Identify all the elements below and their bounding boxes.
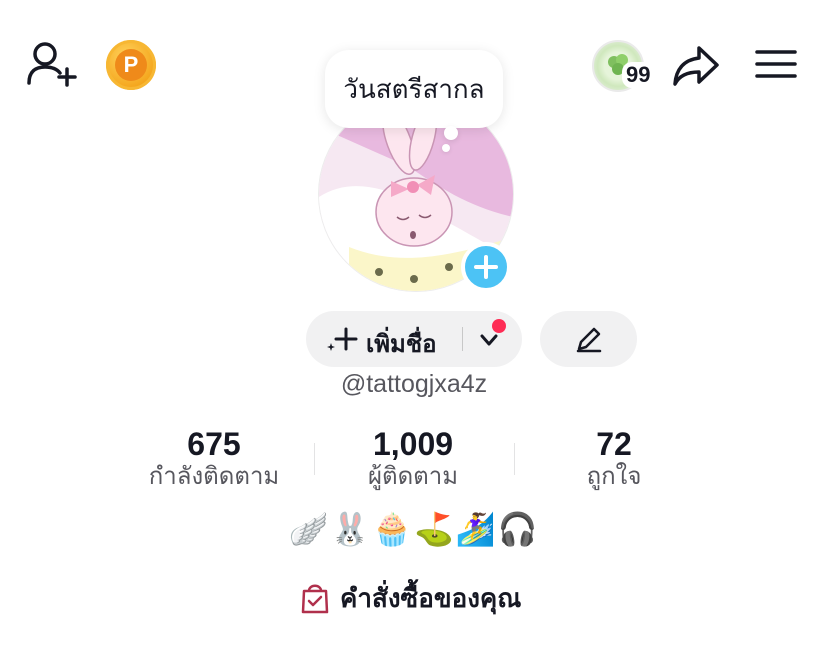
bio-emojis: 🪽🐰🧁⛳🏄‍♀️🎧 bbox=[288, 510, 540, 548]
following-count: 675 bbox=[187, 426, 241, 462]
sparkle-plus-icon bbox=[327, 327, 358, 351]
your-orders-label: คำสั่งซื้อของคุณ bbox=[340, 582, 522, 613]
story-count-badge: 99 bbox=[622, 62, 655, 88]
stat-divider bbox=[514, 443, 515, 475]
followers-stat[interactable]: 1,009 ผู้ติดตาม bbox=[330, 426, 496, 492]
followers-count: 1,009 bbox=[372, 426, 454, 462]
username: @tattogjxa4z bbox=[340, 370, 488, 398]
tooltip-text: วันสตรีสากล bbox=[343, 73, 485, 104]
add-avatar-button[interactable] bbox=[461, 242, 511, 292]
button-divider bbox=[462, 327, 463, 351]
coin-icon: P bbox=[115, 49, 147, 81]
add-name-label: เพิ่มชื่อ bbox=[366, 331, 437, 358]
share-button[interactable] bbox=[668, 40, 724, 92]
notification-dot bbox=[492, 319, 506, 333]
menu-button[interactable] bbox=[752, 44, 800, 84]
following-stat[interactable]: 675 กำลังติดตาม bbox=[132, 426, 296, 492]
likes-label: ถูกใจ bbox=[586, 463, 642, 490]
likes-stat[interactable]: 72 ถูกใจ bbox=[532, 426, 696, 492]
your-orders-link[interactable]: คำสั่งซื้อของคุณ bbox=[300, 578, 521, 618]
likes-count: 72 bbox=[596, 426, 632, 462]
share-icon bbox=[673, 46, 719, 86]
add-friend-button[interactable] bbox=[22, 36, 82, 92]
add-friend-icon bbox=[27, 42, 77, 87]
shopping-bag-icon bbox=[301, 584, 329, 614]
edit-profile-button[interactable] bbox=[540, 311, 637, 367]
pencil-icon bbox=[576, 327, 601, 353]
tooltip-bubble-dot-small bbox=[442, 144, 450, 152]
coin-button[interactable]: P bbox=[106, 40, 156, 90]
plus-icon bbox=[474, 255, 498, 279]
add-name-button[interactable]: เพิ่มชื่อ bbox=[306, 311, 522, 367]
stat-divider bbox=[314, 443, 315, 475]
following-label: กำลังติดตาม bbox=[148, 463, 280, 490]
menu-icon bbox=[755, 50, 797, 78]
status-tooltip[interactable]: วันสตรีสากล bbox=[325, 50, 503, 128]
followers-label: ผู้ติดตาม bbox=[367, 463, 459, 490]
tooltip-bubble-dot bbox=[444, 126, 458, 140]
name-dropdown-toggle[interactable] bbox=[476, 319, 506, 353]
